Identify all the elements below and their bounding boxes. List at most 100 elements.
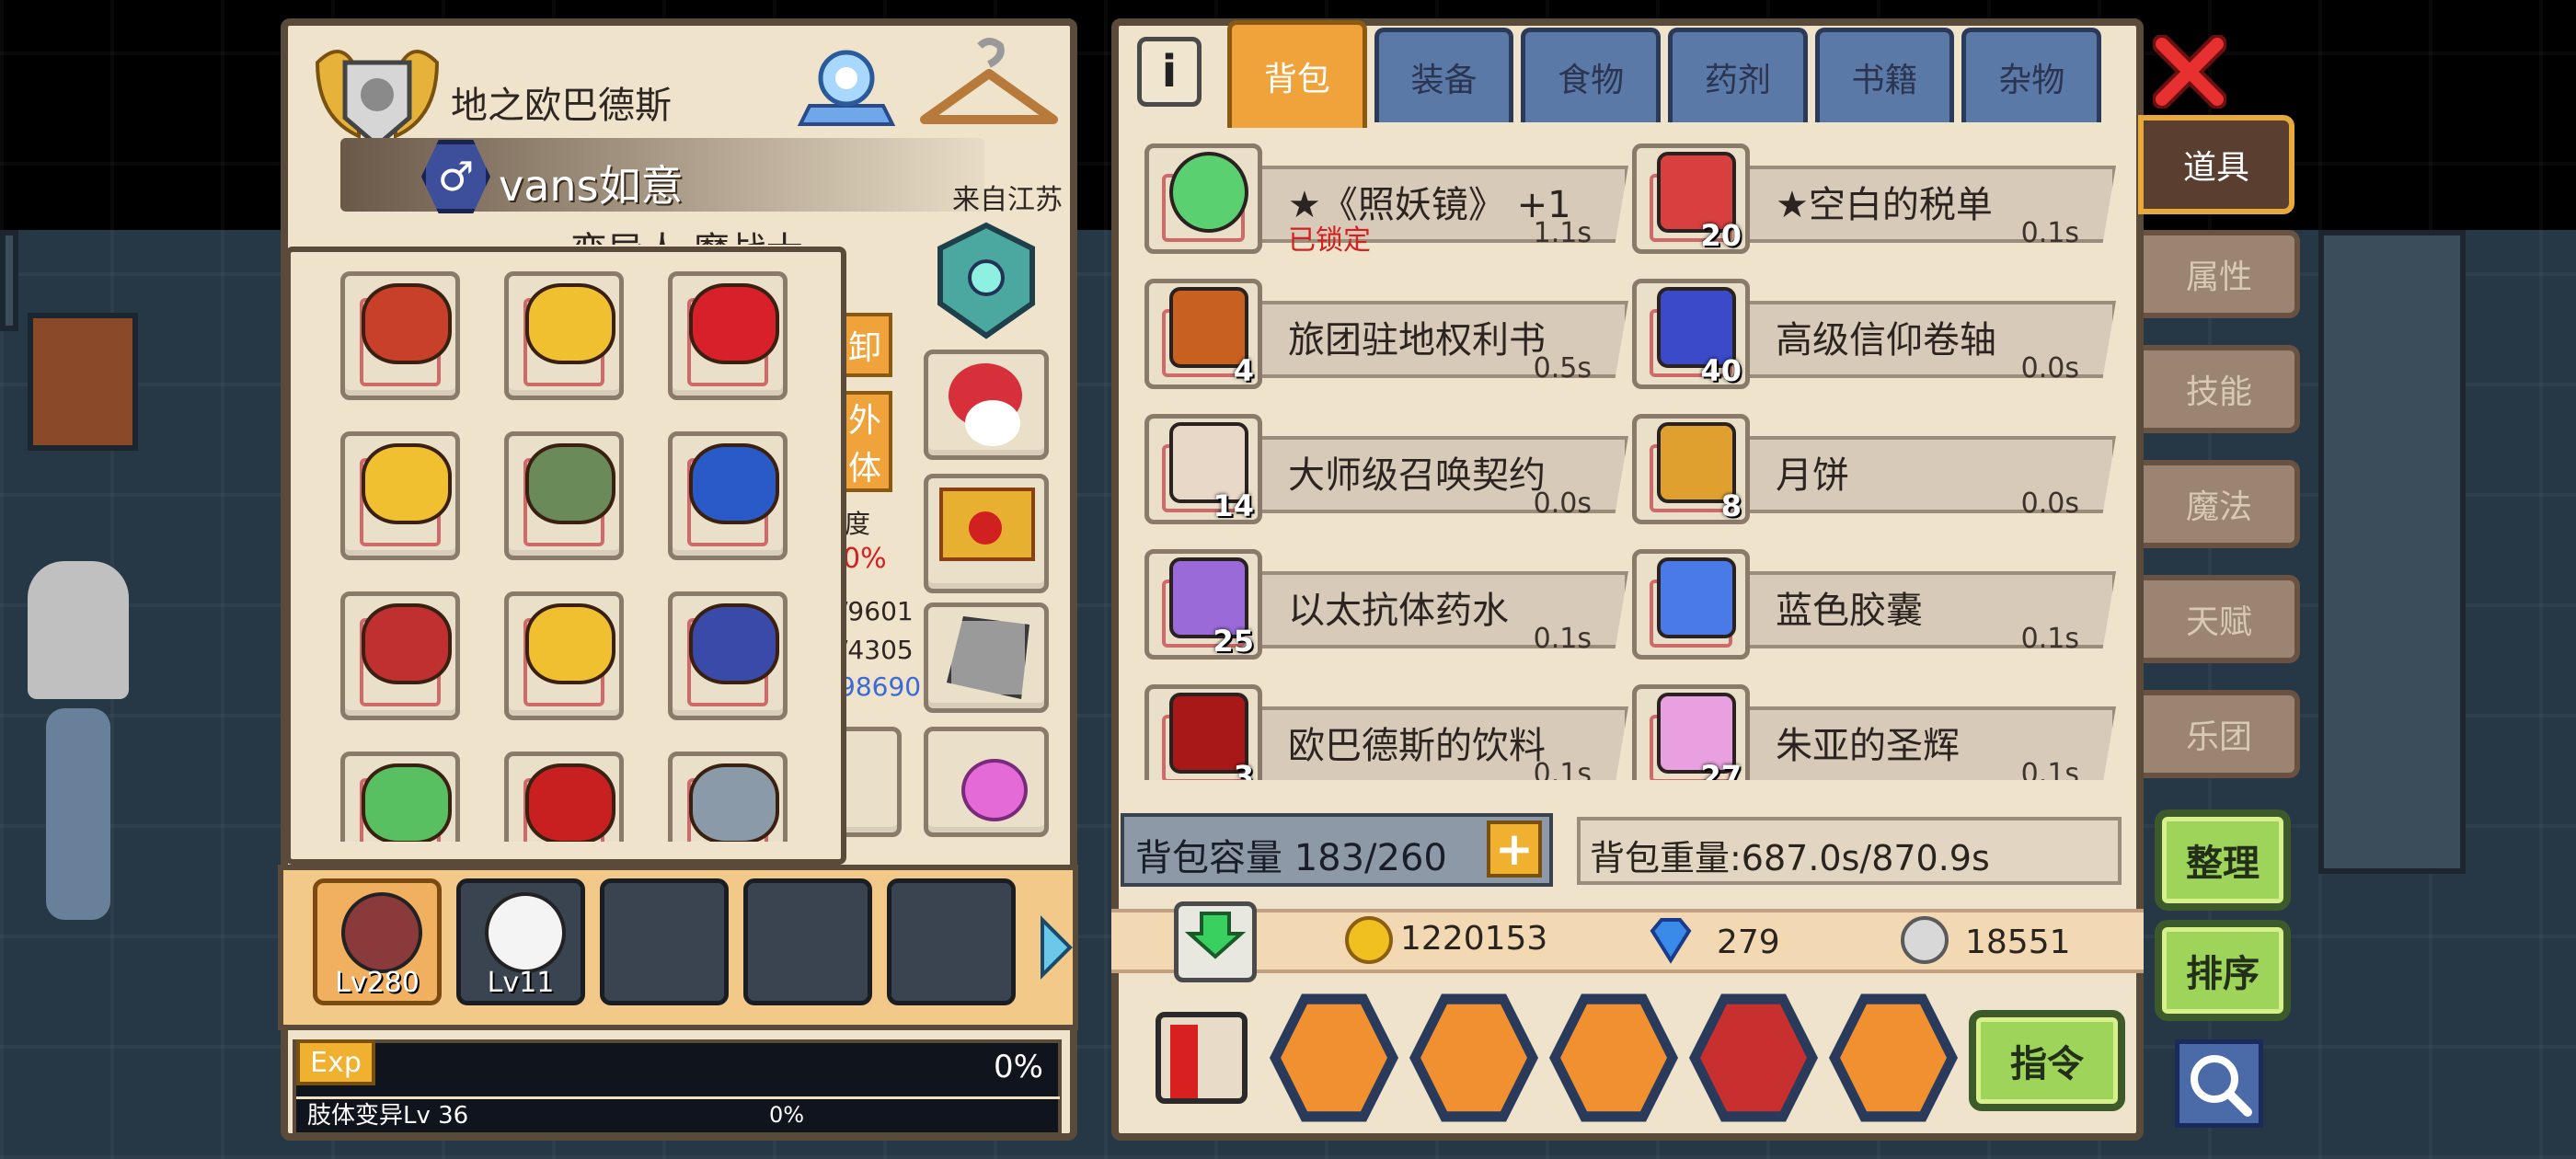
equipment-art — [525, 763, 615, 842]
item-weight: 0.0s — [2020, 352, 2079, 384]
side-tab-5[interactable]: 乐团 — [2144, 690, 2300, 778]
item-name: 蓝色胶囊 — [1776, 590, 1923, 632]
side-tab-4[interactable]: 天赋 — [2144, 575, 2300, 663]
command-button[interactable]: 指令 — [1969, 1010, 2125, 1111]
hotkey-123-icon[interactable] — [1156, 1012, 1248, 1104]
potion-icon[interactable]: 25 — [1144, 549, 1262, 660]
diamond-amount: 279 — [1717, 924, 1780, 961]
flower-hat-icon[interactable] — [924, 350, 1049, 460]
mech-gauntlet-icon[interactable] — [924, 602, 1049, 713]
hanger-icon[interactable] — [915, 37, 1063, 138]
golden-wing-icon[interactable] — [504, 591, 624, 720]
crystal-amulet-icon[interactable] — [931, 221, 1041, 340]
item-count: 25 — [1213, 624, 1254, 659]
holy-flask-icon[interactable]: 27 — [1632, 684, 1750, 780]
item-locked-label: 已锁定 — [1288, 224, 1371, 257]
rocket-boots-icon[interactable] — [340, 591, 460, 720]
info-icon[interactable]: i — [1137, 37, 1202, 107]
girl-portrait-icon[interactable]: Lv280 — [313, 878, 442, 1005]
party-slot-empty[interactable] — [887, 878, 1016, 1005]
character-title: 地之欧巴德斯 — [451, 85, 672, 127]
stat-percent-partial: 0% — [843, 543, 887, 575]
item-weight: 0.0s — [2020, 488, 2079, 520]
hand-skill-icon[interactable] — [1829, 993, 1958, 1122]
side-tab-1[interactable]: 属性 — [2144, 230, 2300, 318]
item-weight: 0.1s — [2020, 217, 2079, 249]
equipment-art — [689, 283, 779, 364]
summon-contract-icon[interactable]: 14 — [1144, 414, 1262, 524]
tab-3[interactable]: 药剂 — [1668, 28, 1808, 122]
expand-bag-button[interactable]: + — [1487, 820, 1542, 878]
pumpkin-plant-icon[interactable] — [340, 752, 460, 842]
equipment-art — [362, 763, 452, 842]
deposit-icon[interactable] — [1174, 901, 1257, 982]
vase-decoration — [46, 708, 110, 920]
bag-capacity-label: 背包容量 183/260 — [1135, 837, 1447, 879]
sort-button[interactable]: 排序 — [2155, 920, 2291, 1021]
appearance-label-2: 体 — [847, 450, 881, 488]
red-staff-icon[interactable] — [504, 752, 624, 842]
gold-coin-icon — [1345, 916, 1393, 964]
party-portrait — [341, 892, 422, 973]
item-weight: 0.1s — [2020, 623, 2079, 655]
side-tab-2[interactable]: 技能 — [2144, 345, 2300, 433]
side-tab-0[interactable]: 道具 — [2138, 115, 2294, 214]
side-tabs: 道具属性技能魔法天赋乐团 — [2125, 115, 2309, 778]
skill-art — [1560, 1004, 1667, 1112]
burst-skill-icon[interactable] — [1549, 993, 1678, 1122]
ruby-necklace-icon[interactable] — [668, 271, 788, 400]
tax-form-icon[interactable]: 20 — [1632, 143, 1750, 254]
party-level: Lv280 — [335, 967, 420, 999]
deed-book-icon[interactable]: 4 — [1144, 279, 1262, 389]
item-weight: 1.1s — [1533, 217, 1592, 249]
wing-skill-icon[interactable] — [1409, 993, 1538, 1122]
tab-1[interactable]: 装备 — [1374, 28, 1514, 122]
golden-crown-icon[interactable] — [504, 271, 624, 400]
blue-armor-icon[interactable] — [668, 431, 788, 560]
golden-lion-icon[interactable] — [340, 431, 460, 560]
side-tab-3[interactable]: 魔法 — [2144, 460, 2300, 548]
stone-golem-icon[interactable] — [668, 752, 788, 842]
totem-skill-icon[interactable] — [1689, 993, 1818, 1122]
bead-necklace-icon[interactable] — [504, 431, 624, 560]
hotkey-digit — [1170, 1025, 1198, 1098]
drink-bottle-icon[interactable]: 3 — [1144, 684, 1262, 780]
dragon-helmet-icon[interactable] — [340, 271, 460, 400]
equipment-art — [525, 283, 615, 364]
item-count: 27 — [1700, 759, 1742, 780]
fist-skill-icon[interactable] — [1270, 993, 1398, 1122]
blue-capsule-icon[interactable] — [1632, 549, 1750, 660]
party-next-arrow-icon[interactable] — [1038, 915, 1075, 980]
tidy-button[interactable]: 整理 — [2155, 809, 2291, 911]
equipment-art — [689, 603, 779, 684]
close-icon[interactable] — [2152, 34, 2227, 109]
silver-amount: 18551 — [1965, 924, 2071, 961]
bunny-heart-icon[interactable] — [924, 727, 1049, 837]
tab-0[interactable]: 背包 — [1227, 20, 1367, 128]
character-origin: 来自江苏 — [952, 184, 1063, 216]
royal-robe-icon[interactable] — [668, 591, 788, 720]
magic-mirror-icon[interactable] — [1144, 143, 1262, 254]
ruby-crown-icon[interactable] — [924, 474, 1049, 593]
party-slot-empty[interactable] — [743, 878, 872, 1005]
faith-scroll-icon[interactable]: 40 — [1632, 279, 1750, 389]
tab-5[interactable]: 杂物 — [1961, 28, 2102, 122]
party-slot-empty[interactable] — [600, 878, 729, 1005]
sub-exp-label: 肢体变异Lv 36 — [307, 1102, 469, 1130]
cube-pet-icon[interactable]: Lv11 — [456, 878, 585, 1005]
tab-2[interactable]: 食物 — [1521, 28, 1662, 122]
item-name: 朱亚的圣辉 — [1776, 725, 1960, 767]
tab-4[interactable]: 书籍 — [1814, 28, 1955, 122]
crystal-altar-icon[interactable] — [791, 37, 902, 138]
sub-exp-value: 0% — [769, 1102, 805, 1128]
appearance-label-1: 外 — [847, 402, 881, 440]
item-count: 8 — [1720, 488, 1742, 523]
party-portrait — [485, 892, 566, 973]
equipment-art — [362, 283, 452, 364]
equipment-grid — [313, 253, 828, 842]
mooncake-icon[interactable]: 8 — [1632, 414, 1750, 524]
character-class: 变异人 魔战士 — [570, 221, 803, 245]
skill-art — [1420, 1004, 1527, 1112]
item-weight: 0.0s — [1533, 488, 1592, 520]
search-icon[interactable] — [2175, 1039, 2263, 1128]
